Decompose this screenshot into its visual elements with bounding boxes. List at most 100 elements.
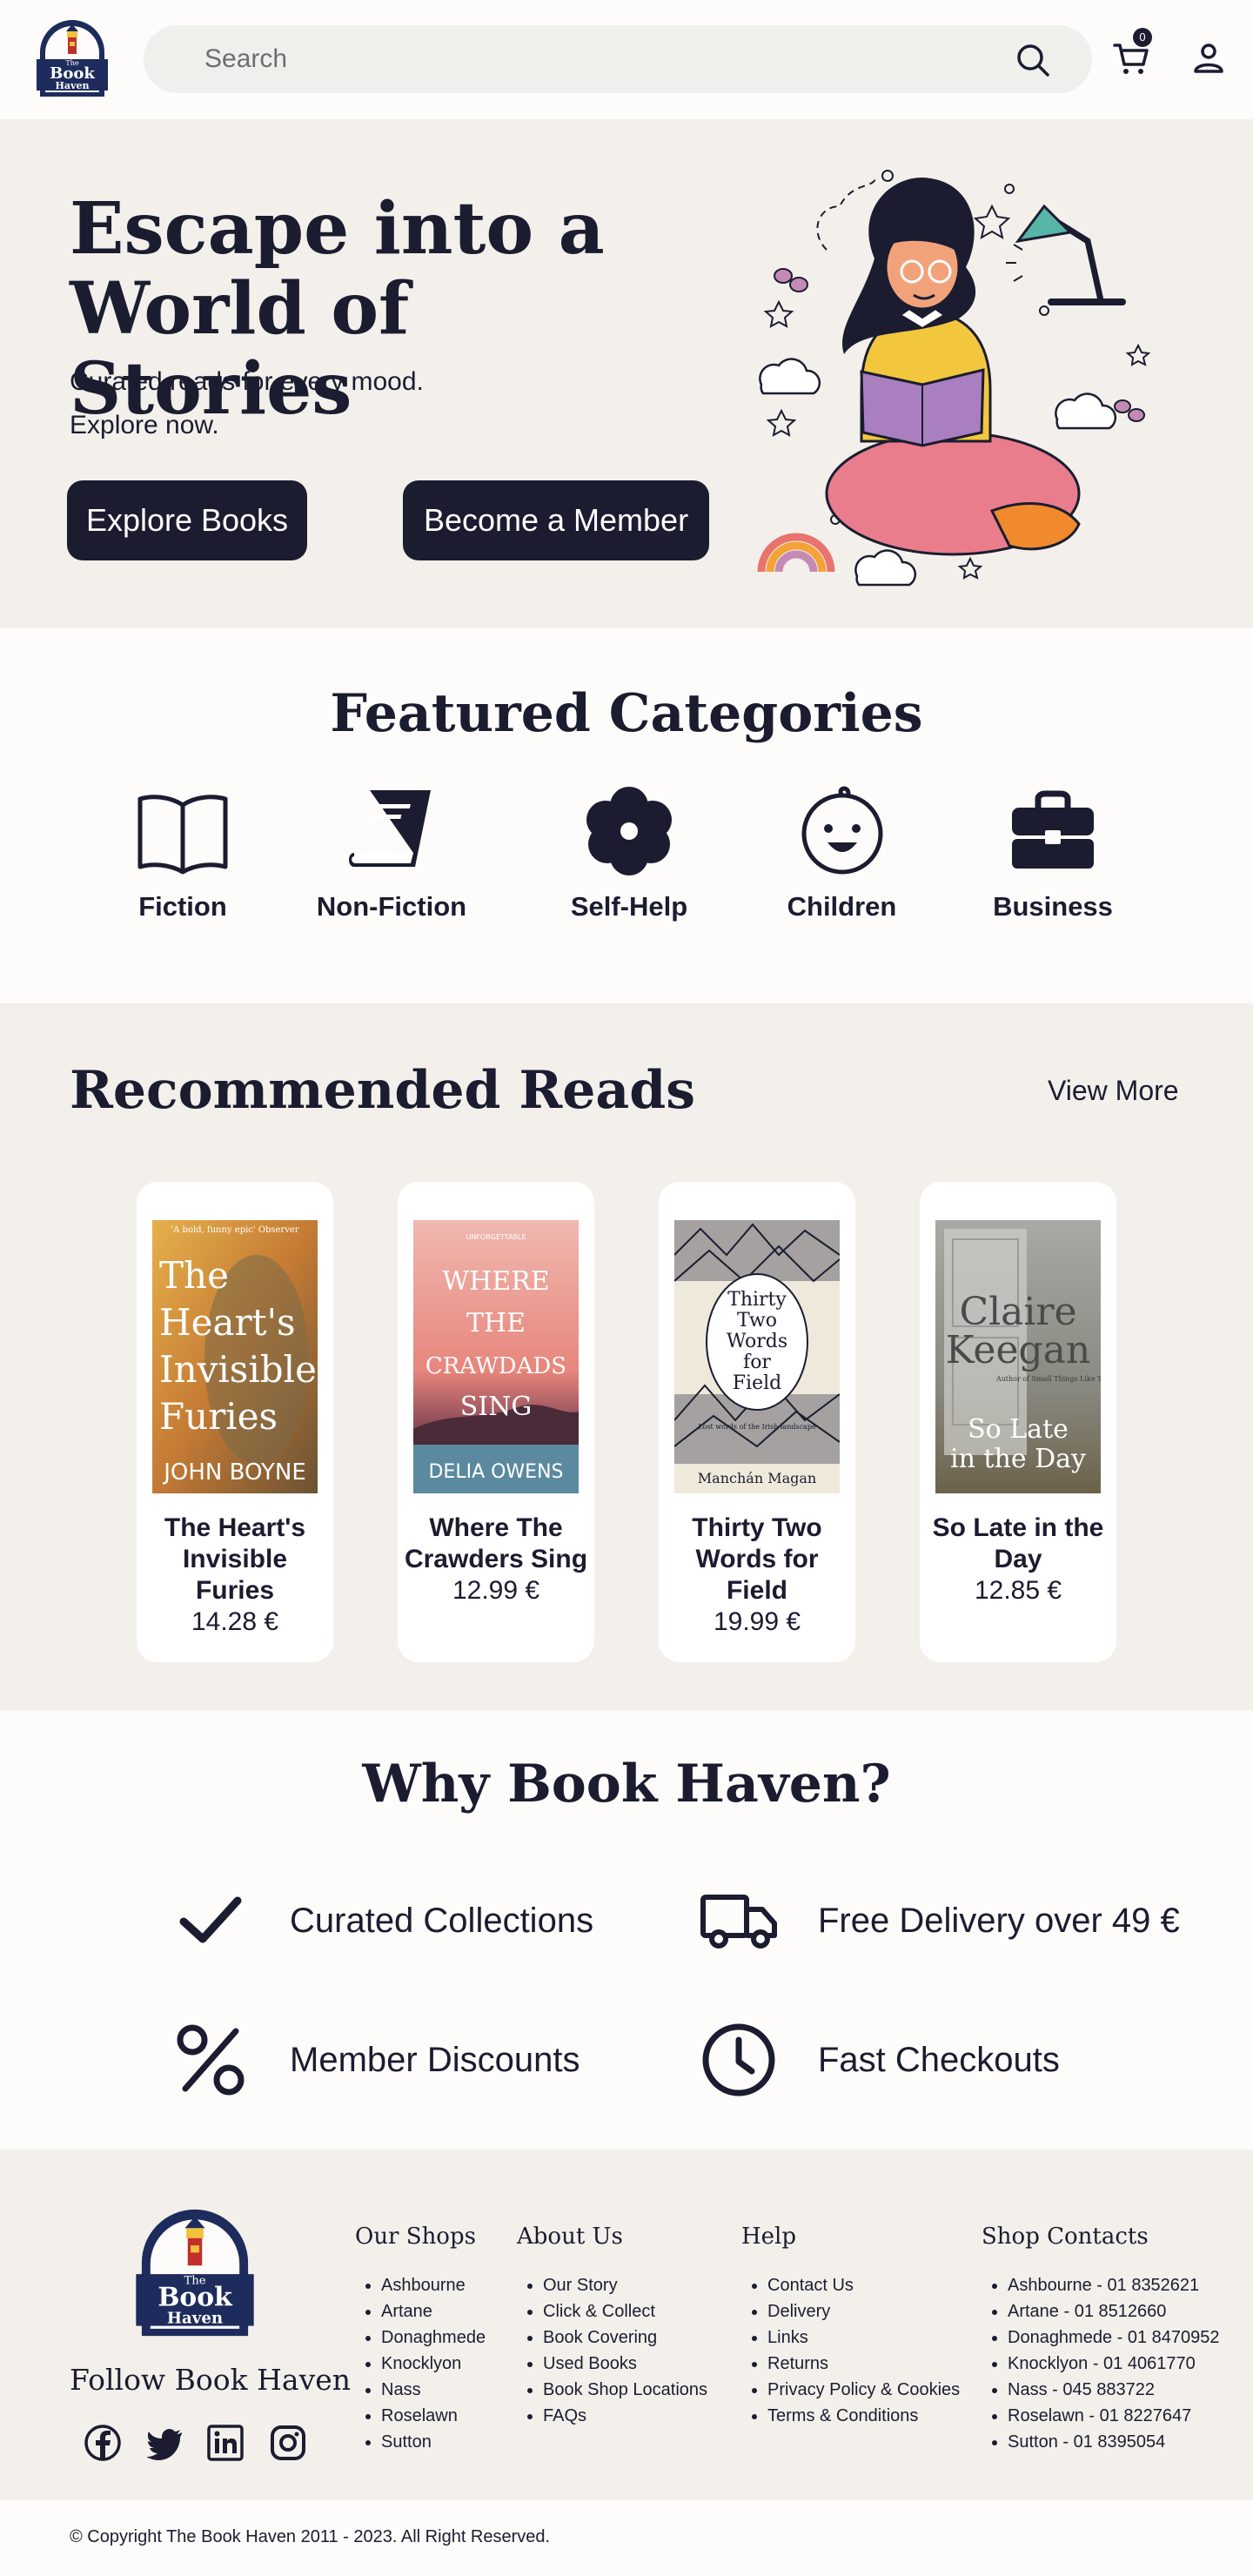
- search-input[interactable]: [204, 25, 988, 93]
- footer-link[interactable]: Sutton: [381, 2429, 486, 2455]
- footer-column-our-shops: Our Shops AshbourneArtaneDonaghmedeKnock…: [355, 2224, 486, 2455]
- book-info: So Late in the Day 12.85 €: [925, 1513, 1111, 1607]
- footer-link[interactable]: Ashbourne: [381, 2272, 486, 2298]
- category-label: Self-Help: [570, 891, 688, 922]
- footer-link[interactable]: Knocklyon: [381, 2351, 486, 2377]
- logo-text: Book: [157, 2282, 233, 2312]
- category-label: Business: [993, 891, 1113, 922]
- hero-subtitle: Curated reads for every mood. Explore no…: [70, 360, 557, 447]
- baby-face-icon: [801, 786, 882, 875]
- footer-link-list: AshbourneArtaneDonaghmedeKnocklyonNassRo…: [355, 2272, 486, 2455]
- cover-text: CRAWDADS: [425, 1353, 566, 1379]
- view-more-link[interactable]: View More: [1048, 1075, 1179, 1107]
- footer-link[interactable]: Artane: [381, 2298, 486, 2324]
- cover-text: So Late: [968, 1414, 1069, 1445]
- book-price: 19.99 €: [713, 1607, 801, 1636]
- feature-fast-checkouts: Fast Checkouts: [700, 2021, 1060, 2099]
- footer-link[interactable]: Book Covering: [543, 2324, 707, 2351]
- footer-link[interactable]: Sutton - 01 8395054: [1008, 2429, 1220, 2455]
- feature-label: Free Delivery over 49 €: [818, 1901, 1180, 1940]
- recommended-reads-title: Recommended Reads: [70, 1060, 695, 1121]
- book-card[interactable]: UNFORGETTABLE WHERE THE CRAWDADS SING DE…: [398, 1182, 594, 1662]
- footer-link[interactable]: Our Story: [543, 2272, 707, 2298]
- site-header: The Book Haven 0: [0, 0, 1253, 119]
- footer-column-about-us: About Us Our StoryClick & CollectBook Co…: [517, 2224, 707, 2429]
- footer-link[interactable]: FAQs: [543, 2403, 707, 2429]
- book-cover-where-the-crawdads-sing: UNFORGETTABLE WHERE THE CRAWDADS SING DE…: [413, 1220, 579, 1493]
- book-card[interactable]: 'A bold, funny epic' Observer The Heart'…: [137, 1182, 333, 1662]
- footer-link[interactable]: Used Books: [543, 2351, 707, 2377]
- cover-text: Manchán Magan: [698, 1470, 816, 1486]
- book-price: 12.99 €: [452, 1576, 540, 1605]
- category-label: Children: [787, 891, 897, 922]
- feature-label: Fast Checkouts: [818, 2040, 1060, 2079]
- feature-free-delivery: Free Delivery over 49 €: [700, 1882, 1180, 1960]
- instagram-icon[interactable]: [270, 2425, 306, 2461]
- closed-book-icon: [349, 790, 431, 867]
- footer-link[interactable]: Donaghmede - 01 8470952: [1008, 2324, 1220, 2351]
- footer-link[interactable]: Ashbourne - 01 8352621: [1008, 2272, 1220, 2298]
- cover-text: DELIA OWENS: [428, 1461, 563, 1483]
- featured-categories-title: Featured Categories: [330, 683, 923, 744]
- footer-column-shop-contacts: Shop Contacts Ashbourne - 01 8352621Arta…: [982, 2224, 1220, 2455]
- footer-link[interactable]: Nass: [381, 2377, 486, 2403]
- briefcase-icon: [1012, 790, 1094, 869]
- cover-text: JOHN BOYNE: [162, 1459, 306, 1486]
- category-business[interactable]: Business: [983, 783, 1122, 922]
- feature-label: Member Discounts: [290, 2040, 580, 2079]
- book-card[interactable]: Claire Keegan Author of Small Things Lik…: [920, 1182, 1116, 1662]
- cover-text: Thirty: [727, 1289, 787, 1311]
- cover-text: Author of Small Things Like These: [995, 1375, 1101, 1383]
- footer-link[interactable]: Privacy Policy & Cookies: [767, 2377, 960, 2403]
- footer-column-help: Help Contact UsDeliveryLinksReturnsPriva…: [741, 2224, 960, 2429]
- book-title: Thirty Two Words for Field: [692, 1513, 822, 1605]
- search-icon[interactable]: [1015, 43, 1050, 77]
- book-info: Where The Crawders Sing 12.99 €: [403, 1513, 589, 1607]
- footer-link-list: Contact UsDeliveryLinksReturnsPrivacy Po…: [741, 2272, 960, 2429]
- category-non-fiction[interactable]: Non-Fiction: [313, 783, 470, 922]
- logo-text: Haven: [167, 2309, 223, 2327]
- become-member-button[interactable]: Become a Member: [403, 480, 709, 560]
- open-book-icon: [137, 795, 228, 875]
- cover-text: THE: [466, 1308, 526, 1338]
- book-cover-thirty-two-words-for-field: Thirty Two Words for Field Lost words of…: [674, 1220, 840, 1493]
- book-haven-logo[interactable]: The Book Haven: [35, 16, 110, 98]
- cover-text: Field: [733, 1372, 781, 1394]
- footer-link[interactable]: Terms & Conditions: [767, 2403, 960, 2429]
- footer-link[interactable]: Links: [767, 2324, 960, 2351]
- footer-link[interactable]: Returns: [767, 2351, 960, 2377]
- book-haven-logo[interactable]: The Book Haven: [133, 2202, 257, 2339]
- footer-link[interactable]: Delivery: [767, 2298, 960, 2324]
- reading-girl-illustration: [757, 170, 1151, 587]
- footer-link-list: Our StoryClick & CollectBook CoveringUse…: [517, 2272, 707, 2429]
- linkedin-icon[interactable]: [207, 2425, 244, 2461]
- why-book-haven-title: Why Book Haven?: [362, 1754, 891, 1815]
- user-account-icon[interactable]: [1192, 42, 1225, 75]
- footer-link[interactable]: Roselawn: [381, 2403, 486, 2429]
- explore-books-button[interactable]: Explore Books: [67, 480, 307, 560]
- book-cover-so-late-in-the-day: Claire Keegan Author of Small Things Lik…: [935, 1220, 1101, 1493]
- book-title: The Heart's Invisible Furies: [164, 1513, 306, 1605]
- footer-column-heading: Our Shops: [355, 2224, 476, 2250]
- footer-link[interactable]: Nass - 045 883722: [1008, 2377, 1220, 2403]
- footer-column-heading: Help: [741, 2224, 797, 2250]
- book-card[interactable]: Thirty Two Words for Field Lost words of…: [659, 1182, 855, 1662]
- cover-text: 'A bold, funny epic' Observer: [171, 1225, 298, 1235]
- twitter-icon[interactable]: [147, 2425, 184, 2461]
- footer-link[interactable]: Donaghmede: [381, 2324, 486, 2351]
- truck-icon: [700, 1895, 777, 1949]
- footer-link[interactable]: Roselawn - 01 8227647: [1008, 2403, 1220, 2429]
- footer-link[interactable]: Book Shop Locations: [543, 2377, 707, 2403]
- hero-title-line-1: Escape into a: [70, 187, 605, 271]
- category-self-help[interactable]: Self-Help: [559, 783, 699, 922]
- facebook-icon[interactable]: [84, 2425, 121, 2461]
- category-label: Non-Fiction: [316, 891, 467, 922]
- footer-column-heading: About Us: [517, 2224, 623, 2250]
- footer-link[interactable]: Click & Collect: [543, 2298, 707, 2324]
- category-children[interactable]: Children: [774, 783, 909, 922]
- footer-link[interactable]: Artane - 01 8512660: [1008, 2298, 1220, 2324]
- cover-text: Two: [737, 1310, 777, 1332]
- footer-link[interactable]: Knocklyon - 01 4061770: [1008, 2351, 1220, 2377]
- footer-link[interactable]: Contact Us: [767, 2272, 960, 2298]
- category-fiction[interactable]: Fiction: [131, 783, 235, 922]
